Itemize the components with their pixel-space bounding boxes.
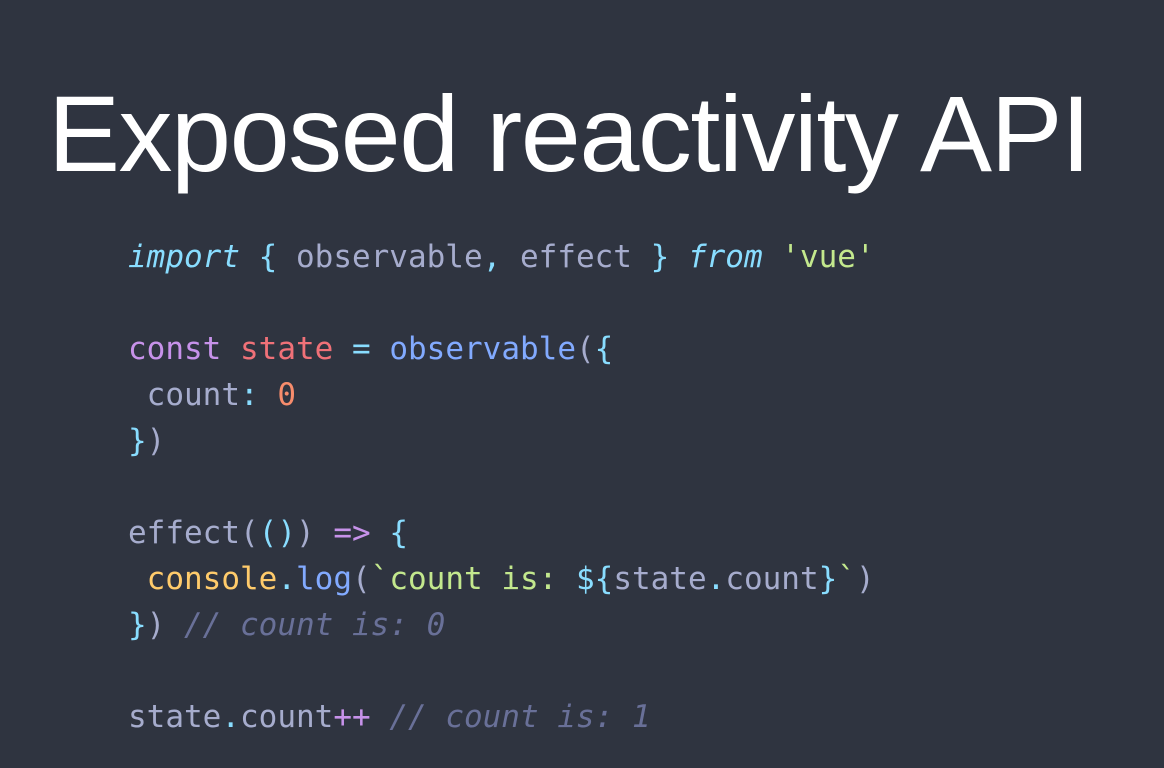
code-token-string: `count is: <box>370 561 576 597</box>
code-line: }) <box>128 418 875 464</box>
code-token-paren: ) <box>855 561 875 597</box>
code-token-punct: } <box>650 239 670 275</box>
code-token-punct: , <box>482 239 502 275</box>
code-token-operator: => <box>333 515 371 551</box>
code-token-plain: count <box>240 699 334 735</box>
code-token-punct: : <box>239 377 259 413</box>
code-line: }) // count is: 0 <box>128 602 875 648</box>
code-token-paren: ) <box>295 515 315 551</box>
code-token-number: 0 <box>277 377 296 413</box>
code-token-keyword: import <box>128 239 240 275</box>
code-token-function: observable <box>389 331 576 367</box>
presentation-slide: Exposed reactivity API import { observab… <box>0 0 1164 768</box>
code-token-punct: . <box>706 561 726 597</box>
code-token-paren: ) <box>146 607 166 643</box>
code-token-punct: = <box>352 331 371 367</box>
code-token-punct: } <box>128 423 147 459</box>
code-token-string: 'vue' <box>781 239 875 275</box>
code-token-plain: count <box>725 561 819 597</box>
code-token-punct: { <box>258 239 278 275</box>
code-token-object: console <box>146 561 278 597</box>
code-token-plain: state <box>128 699 222 735</box>
code-token-keyword: from <box>687 239 763 275</box>
page-title: Exposed reactivity API <box>48 73 1091 195</box>
code-token-string: ` <box>837 561 856 597</box>
code-line: import { observable, effect } from 'vue' <box>128 234 875 280</box>
code-line: state.count++ // count is: 1 <box>128 694 875 740</box>
code-token-punct: ${ <box>575 561 614 597</box>
code-token-operator: ++ <box>333 699 371 735</box>
code-line: console.log(`count is: ${state.count}`) <box>128 556 875 602</box>
code-token-paren: ) <box>146 423 166 459</box>
code-token-paren: ( <box>239 515 259 551</box>
code-token-plain: observable <box>277 239 483 275</box>
code-token-plain: effect <box>128 515 240 551</box>
code-line: effect(()) => { <box>128 510 875 556</box>
code-line: count: 0 <box>128 372 875 418</box>
code-token-declare: const <box>128 331 222 367</box>
code-token-plain: state <box>613 561 707 597</box>
code-token-function: log <box>296 561 352 597</box>
code-token-plain: count <box>128 377 240 413</box>
code-token-comment: // count is: 1 <box>389 699 651 735</box>
code-token-punct: { <box>389 515 408 551</box>
code-token-punct: () <box>258 515 296 551</box>
code-token-paren: ( <box>352 561 371 597</box>
code-token-variable: state <box>240 331 334 367</box>
code-token-punct: . <box>277 561 296 597</box>
code-token-punct: } <box>128 607 147 643</box>
code-token-punct: { <box>594 331 614 367</box>
code-token-comment: // count is: 0 <box>184 607 446 643</box>
code-snippet: import { observable, effect } from 'vue'… <box>128 234 875 740</box>
code-line: const state = observable({ <box>128 326 875 372</box>
code-token-paren: ( <box>575 331 595 367</box>
code-token-punct: } <box>818 561 838 597</box>
code-token-punct: . <box>221 699 240 735</box>
code-token-plain: effect <box>501 239 651 275</box>
